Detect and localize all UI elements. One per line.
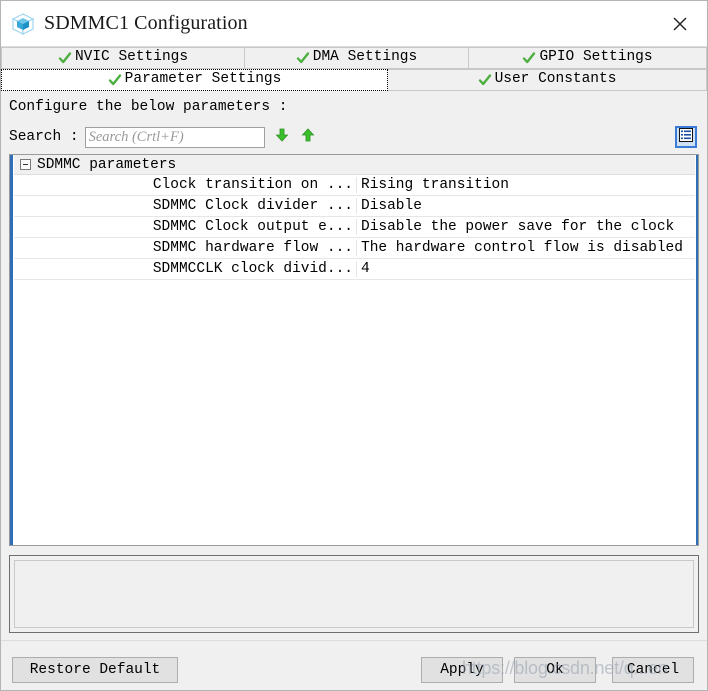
green-check-icon [522,51,536,65]
tab-dma-settings[interactable]: DMA Settings [245,47,469,69]
parameter-value[interactable]: Disable the power save for the clock [357,219,695,235]
table-row[interactable]: SDMMC Clock output e... Disable the powe… [14,217,695,238]
tree-left-accent [10,155,13,545]
parameter-value[interactable]: The hardware control flow is disabled [357,240,695,256]
apply-button[interactable]: Apply [421,657,503,683]
parameter-value[interactable]: 4 [357,261,695,277]
restore-default-button[interactable]: Restore Default [12,657,178,683]
search-prev-button[interactable] [299,127,317,148]
description-pane [9,555,699,633]
cube-icon [10,11,36,37]
green-check-icon [478,73,492,87]
tab-row-1: NVIC Settings DMA Settings GPIO Settings [1,47,707,69]
tab-user-constants[interactable]: User Constants [388,69,707,91]
tab-label: User Constants [494,70,617,87]
tab-gpio-settings[interactable]: GPIO Settings [469,47,707,69]
parameter-value[interactable]: Disable [357,198,695,214]
close-button[interactable] [653,1,707,46]
list-view-toggle-button[interactable] [675,126,697,148]
parameter-tree[interactable]: SDMMC parameters Clock transition on ...… [9,154,699,546]
tab-label: NVIC Settings [74,48,189,65]
cancel-button[interactable]: Cancel [612,657,694,683]
parameter-value[interactable]: Rising transition [357,177,695,193]
ok-button[interactable]: Ok [514,657,596,683]
tab-row-2: Parameter Settings User Constants [1,69,707,91]
tab-parameter-settings[interactable]: Parameter Settings [1,69,388,91]
table-row[interactable]: SDMMCCLK clock divid... 4 [14,259,695,280]
description-text [14,560,694,628]
close-icon [672,16,688,32]
tab-label: DMA Settings [312,48,418,65]
arrow-up-icon [300,127,316,148]
list-view-icon [679,127,693,147]
search-label: Search : [9,129,79,145]
green-check-icon [296,51,310,65]
table-row[interactable]: SDMMC hardware flow ... The hardware con… [14,238,695,259]
instruction-text: Configure the below parameters : [9,99,288,115]
tab-nvic-settings[interactable]: NVIC Settings [1,47,245,69]
parameter-name: SDMMC Clock divider ... [14,198,357,214]
parameter-name: Clock transition on ... [14,177,357,193]
parameter-name: SDMMC hardware flow ... [14,240,357,256]
green-check-icon [108,73,122,87]
dialog-footer: Restore Default Apply Ok Cancel [1,640,707,690]
parameter-name: SDMMC Clock output e... [14,219,357,235]
tree-right-accent [696,155,698,545]
tab-label: GPIO Settings [539,48,653,65]
tree-group-label: SDMMC parameters [37,156,177,173]
table-row[interactable]: SDMMC Clock divider ... Disable [14,196,695,217]
tree-rows-container: SDMMC parameters Clock transition on ...… [14,155,695,545]
title-bar: SDMMC1 Configuration [1,1,707,47]
arrow-down-icon [274,127,290,148]
tree-group-sdmmc-parameters[interactable]: SDMMC parameters [14,155,695,175]
parameter-name: SDMMCCLK clock divid... [14,261,357,277]
table-row[interactable]: Clock transition on ... Rising transitio… [14,175,695,196]
tab-label: Parameter Settings [124,70,282,87]
collapse-expander-icon[interactable] [20,159,31,170]
search-next-button[interactable] [273,128,291,146]
search-row: Search : [1,120,707,154]
green-check-icon [58,51,72,65]
sdmmc-configuration-dialog: SDMMC1 Configuration NVIC Settings DMA S… [0,0,708,691]
tab-strip: NVIC Settings DMA Settings GPIO Settings [1,47,707,91]
page-title: SDMMC1 Configuration [44,12,248,34]
search-input[interactable] [84,126,265,148]
